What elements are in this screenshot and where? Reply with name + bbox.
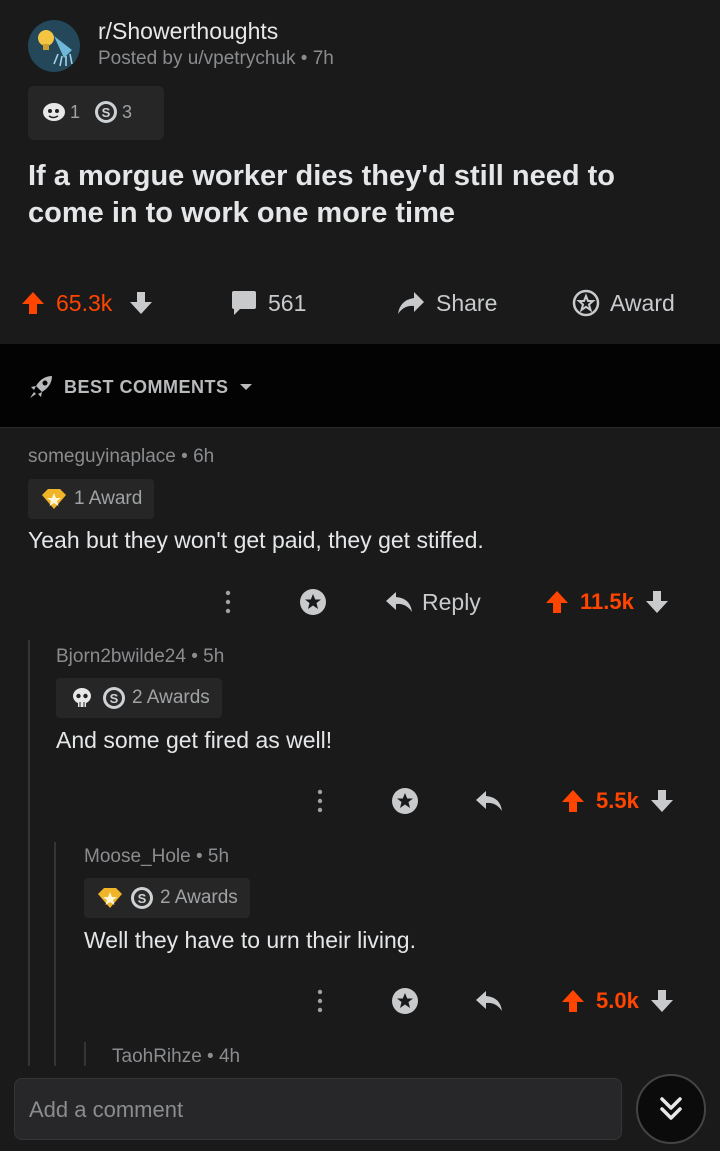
comment-body: Yeah but they won't get paid, they get s…	[28, 527, 484, 553]
subreddit-avatar[interactable]	[28, 20, 80, 72]
award-icon	[392, 788, 418, 814]
post-title[interactable]: If a morgue worker dies they'd still nee…	[28, 158, 688, 232]
comments-button[interactable]: 561	[230, 278, 306, 328]
more-button[interactable]	[218, 582, 238, 622]
downvote-icon[interactable]	[649, 988, 675, 1014]
award-count: 3	[122, 101, 133, 122]
upvote-icon[interactable]	[544, 589, 570, 615]
next-comment-button[interactable]	[636, 1074, 706, 1144]
silver-award-icon: S	[103, 687, 125, 709]
comment-action-bar: Reply 11.5k	[0, 582, 720, 622]
downvote-icon[interactable]	[649, 788, 675, 814]
award-icon	[300, 589, 326, 615]
svg-text:S: S	[110, 691, 119, 706]
vote-group: 65.3k	[20, 278, 154, 328]
more-icon	[317, 989, 323, 1013]
vote-group: 5.0k	[560, 981, 675, 1021]
sort-button[interactable]: BEST COMMENTS	[28, 374, 253, 400]
helpful-award-icon	[42, 489, 66, 509]
double-chevron-down-icon	[660, 1097, 682, 1120]
give-award-button[interactable]	[298, 582, 328, 622]
vote-group: 11.5k	[544, 582, 670, 622]
post-meta[interactable]: Posted by u/vpetrychuk • 7h	[98, 48, 334, 70]
award-label: Award	[610, 289, 675, 316]
award-chip: 1	[40, 100, 80, 124]
post-vote-count: 65.3k	[56, 289, 113, 316]
reply-button[interactable]	[474, 781, 504, 821]
comment-action-bar: 5.0k	[0, 981, 720, 1021]
reply-icon	[386, 592, 412, 612]
reply-label: Reply	[422, 588, 481, 615]
award-text: 1 Award	[74, 488, 143, 509]
chevron-down-icon	[239, 384, 252, 390]
downvote-icon[interactable]	[644, 589, 670, 615]
award-button[interactable]: Award	[572, 278, 675, 328]
thread-line[interactable]	[54, 842, 56, 1070]
upvote-icon[interactable]	[560, 788, 586, 814]
shower-head-icon	[28, 20, 80, 72]
reply-icon	[476, 791, 502, 811]
comment-vote-count: 11.5k	[580, 589, 634, 614]
silver-award-icon: S	[95, 101, 118, 123]
post-awards[interactable]: 1 S 3	[28, 86, 164, 140]
comment-icon	[232, 291, 256, 315]
svg-text:S: S	[138, 891, 147, 906]
svg-text:S: S	[102, 105, 111, 120]
post-action-bar: 65.3k 561 Share Award	[0, 278, 720, 328]
more-button[interactable]	[310, 981, 330, 1021]
helpful-award-icon	[98, 888, 122, 908]
reply-button[interactable]	[474, 981, 504, 1021]
comment-vote-count: 5.5k	[596, 788, 639, 813]
comment-body: Well they have to urn their living.	[84, 927, 416, 953]
more-icon	[317, 789, 323, 813]
upvote-icon[interactable]	[560, 988, 586, 1014]
wholesome-award-icon	[43, 103, 65, 121]
comment-author[interactable]: someguyinaplace • 6h	[28, 446, 214, 468]
award-icon	[572, 289, 600, 317]
downvote-icon[interactable]	[128, 290, 154, 316]
comment-action-bar: 5.5k	[0, 781, 720, 821]
subreddit-name[interactable]: r/Showerthoughts	[98, 18, 278, 45]
award-chip: S 3	[94, 100, 132, 124]
more-icon	[225, 590, 231, 614]
comment-awards[interactable]: S 2 Awards	[84, 878, 250, 918]
vote-group: 5.5k	[560, 781, 675, 821]
sort-label: BEST COMMENTS	[64, 376, 229, 397]
comment-count: 561	[268, 289, 307, 316]
award-count: 1	[70, 101, 81, 122]
comment-awards[interactable]: 1 Award	[28, 479, 155, 519]
upvote-icon[interactable]	[20, 290, 46, 316]
comment-author[interactable]: Bjorn2bwilde24 • 5h	[56, 646, 224, 668]
comment-vote-count: 5.0k	[596, 988, 639, 1013]
comment-awards[interactable]: S 2 Awards	[56, 678, 222, 718]
comment-author[interactable]: Moose_Hole • 5h	[84, 846, 229, 868]
award-text: 2 Awards	[132, 687, 210, 708]
give-award-button[interactable]	[390, 981, 420, 1021]
skull-award-icon	[73, 688, 91, 707]
sort-bar: BEST COMMENTS	[0, 344, 720, 428]
award-text: 2 Awards	[160, 887, 238, 908]
comment-author[interactable]: TaohRihze • 4h	[112, 1046, 240, 1068]
give-award-button[interactable]	[390, 781, 420, 821]
more-button[interactable]	[310, 781, 330, 821]
share-button[interactable]: Share	[396, 278, 497, 328]
add-comment-input[interactable]: Add a comment	[14, 1078, 622, 1140]
silver-award-icon: S	[131, 887, 153, 909]
award-icon	[392, 988, 418, 1014]
reply-button[interactable]: Reply	[384, 582, 481, 622]
rocket-icon	[30, 376, 52, 398]
reply-icon	[476, 991, 502, 1011]
share-icon	[398, 292, 424, 314]
comment-body: And some get fired as well!	[56, 727, 333, 753]
share-label: Share	[436, 289, 498, 316]
